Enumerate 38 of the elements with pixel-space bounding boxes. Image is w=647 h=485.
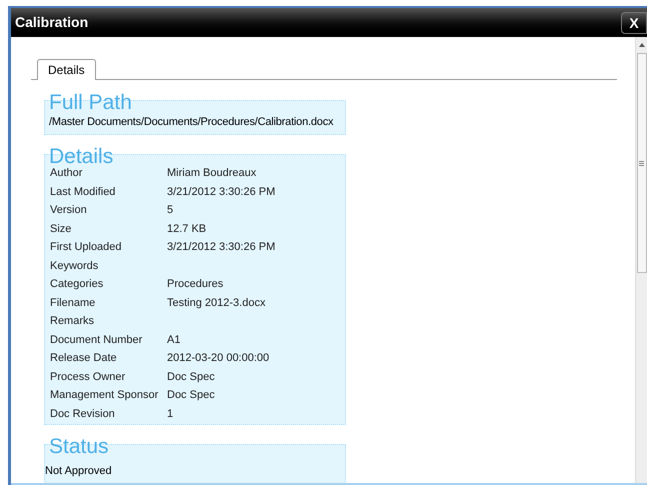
field-value: 2012-03-20 00:00:00 — [167, 351, 270, 366]
section-heading: Full Path — [49, 92, 132, 114]
field-label: Doc Revision — [50, 406, 116, 422]
field-label: Management Sponsor — [50, 388, 160, 403]
scrollbar[interactable] — [635, 37, 647, 483]
field-value: 3/21/2012 3:30:26 PM — [167, 184, 276, 200]
field-value: Testing 2012-3.docx — [167, 296, 266, 310]
field-label: Process Owner — [50, 370, 126, 384]
field-label: Keywords — [50, 258, 100, 274]
field-label: Remarks — [50, 314, 96, 329]
grip-icon — [639, 160, 644, 166]
field-label: Document Number — [50, 332, 144, 348]
window-title: Calibration — [15, 13, 88, 32]
section-heading: Status — [49, 436, 109, 458]
field-value: Doc Spec — [167, 370, 215, 384]
field-label: First Uploaded — [50, 240, 123, 255]
full-path-value: /Master Documents/Documents/Procedures/Calibration.docx — [49, 116, 334, 128]
close-button[interactable]: X — [621, 12, 647, 34]
field-value: A1 — [167, 332, 180, 348]
field-label: Filename — [50, 296, 96, 310]
field-label: Last Modified — [50, 184, 116, 200]
field-value: 12.7 KB — [167, 222, 206, 236]
field-value: 3/21/2012 3:30:26 PM — [167, 240, 276, 255]
status-value: Not Approved — [45, 465, 112, 477]
field-value: 1 — [167, 406, 174, 422]
section-heading: Details — [49, 146, 114, 168]
field-label: Size — [50, 222, 72, 236]
field-label: Version — [50, 203, 88, 218]
field-label: Release Date — [50, 351, 118, 366]
scrollbar-thumb[interactable] — [636, 53, 646, 273]
field-value: Miriam Boudreaux — [167, 166, 256, 181]
field-label: Author — [50, 166, 84, 181]
field-value: 5 — [167, 203, 174, 218]
tab[interactable]: Details — [37, 59, 96, 80]
field-label: Categories — [50, 277, 104, 292]
field-value: Procedures — [167, 277, 224, 292]
scroll-up-icon[interactable] — [638, 43, 644, 47]
field-value: Doc Spec — [167, 388, 215, 403]
